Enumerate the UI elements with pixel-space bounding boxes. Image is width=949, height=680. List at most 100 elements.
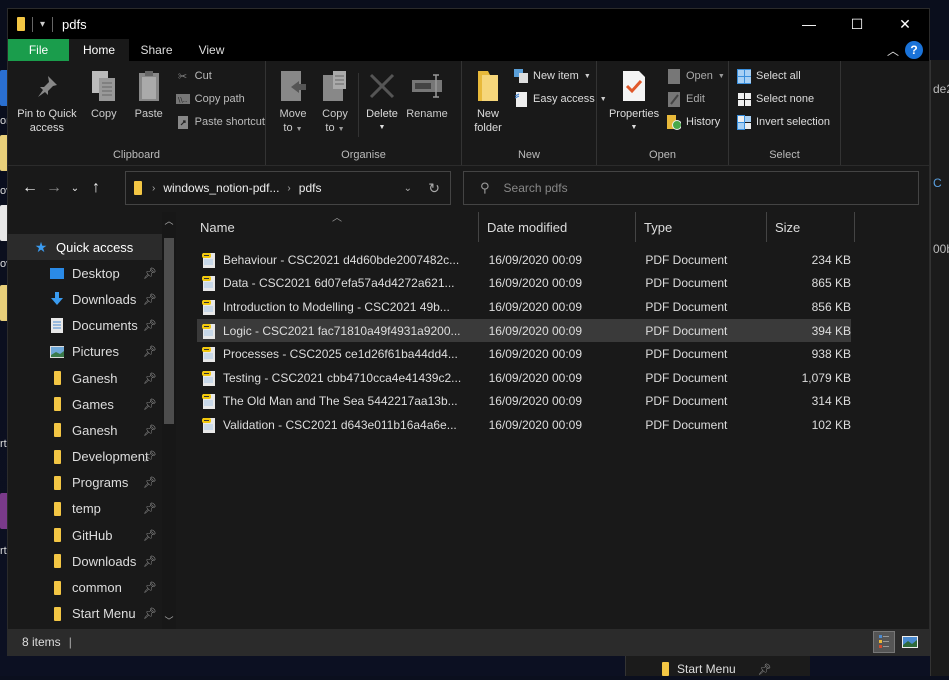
address-bar[interactable]: › windows_notion-pdf... › pdfs ⌄ ↻ <box>125 171 451 205</box>
pdf-file-icon <box>202 252 216 268</box>
nav-item[interactable]: Pictures📌︎ <box>8 339 162 365</box>
breadcrumb-chevron-icon[interactable]: › <box>287 183 290 194</box>
address-history-dropdown[interactable]: ⌄ <box>404 183 412 194</box>
scroll-down-icon[interactable]: ﹀ <box>162 614 176 627</box>
file-row[interactable]: Data - CSC2021 6d07efa57a4d4272a621...16… <box>197 272 851 296</box>
nav-item[interactable]: Games📌︎ <box>8 391 162 417</box>
scroll-up-icon[interactable]: ︿ <box>162 214 176 227</box>
details-view-icon <box>879 635 889 649</box>
breadcrumb-segment[interactable]: windows_notion-pdf... <box>163 181 279 195</box>
tab-home[interactable]: Home <box>69 39 129 61</box>
tab-share[interactable]: Share <box>129 39 184 61</box>
copy-path-button[interactable]: \\.. Copy path <box>176 90 265 108</box>
file-row[interactable]: Logic - CSC2021 fac71810a49f4931a9200...… <box>197 319 851 343</box>
tab-view[interactable]: View <box>184 39 239 61</box>
nav-item[interactable]: Ganesh📌︎ <box>8 417 162 443</box>
column-header-name[interactable]: Name ︿ <box>192 212 479 242</box>
file-name: Logic - CSC2021 fac71810a49f4931a9200... <box>223 324 489 338</box>
maximize-button[interactable]: ☐ <box>833 9 881 39</box>
select-none-button[interactable]: Select none <box>737 90 830 108</box>
nav-item[interactable]: Ganesh📌︎ <box>8 365 162 391</box>
label: to ▼ <box>283 121 302 137</box>
open-icon <box>667 69 681 83</box>
new-item-button[interactable]: New item ▼ <box>514 67 607 85</box>
pin-icon[interactable]: 📌︎ <box>143 607 157 620</box>
help-icon[interactable]: ? <box>905 41 923 59</box>
pin-icon[interactable]: 📌︎ <box>143 398 157 411</box>
pin-icon[interactable]: 📌︎ <box>143 476 157 489</box>
file-row[interactable]: Processes - CSC2025 ce1d26f61ba44dd4...1… <box>197 342 851 366</box>
column-header-date[interactable]: Date modified <box>479 212 636 242</box>
file-row[interactable]: Validation - CSC2021 d643e011b16a4a6e...… <box>197 413 851 437</box>
file-type: PDF Document <box>645 324 771 338</box>
minimize-button[interactable]: — <box>785 9 833 39</box>
pin-icon[interactable]: 📌︎ <box>143 345 157 358</box>
file-row[interactable]: Testing - CSC2021 cbb4710cca4e41439c2...… <box>197 366 851 390</box>
pin-icon[interactable]: 📌︎ <box>143 293 157 306</box>
file-row[interactable]: Introduction to Modelling - CSC2021 49b.… <box>197 295 851 319</box>
ribbon: Pin to Quick access Copy Paste ✂ Cut <box>8 61 929 166</box>
paste-shortcut-button[interactable]: Paste shortcut <box>176 113 265 131</box>
cut-button[interactable]: ✂ Cut <box>176 67 265 85</box>
search-input[interactable]: ⚲ Search pdfs <box>463 171 919 205</box>
column-header-size[interactable]: Size <box>767 212 855 242</box>
nav-scrollbar[interactable]: ︿ ﹀ <box>162 212 176 629</box>
nav-item[interactable]: Programs📌︎ <box>8 470 162 496</box>
pin-icon[interactable]: 📌︎ <box>143 529 157 542</box>
invert-selection-button[interactable]: Invert selection <box>737 113 830 131</box>
pin-icon <box>30 67 64 105</box>
up-button[interactable]: ↑ <box>84 179 108 197</box>
close-button[interactable]: ✕ <box>881 9 929 39</box>
nav-item[interactable]: temp📌︎ <box>8 496 162 522</box>
column-header-type[interactable]: Type <box>636 212 767 242</box>
nav-item[interactable]: GitHub📌︎ <box>8 522 162 548</box>
pin-icon[interactable]: 📌︎ <box>143 319 157 332</box>
label: Paste shortcut <box>195 116 265 128</box>
breadcrumb-chevron-icon[interactable]: › <box>152 183 155 194</box>
recent-locations-dropdown[interactable]: ⌄ <box>66 183 84 194</box>
open-button[interactable]: Open ▼ <box>667 67 725 85</box>
refresh-icon[interactable]: ↻ <box>428 180 440 197</box>
nav-item[interactable]: Desktop📌︎ <box>8 260 162 286</box>
forward-button[interactable]: → <box>42 179 66 197</box>
nav-item[interactable]: Downloads📌︎ <box>8 286 162 312</box>
pin-icon[interactable]: 📌︎ <box>143 424 157 437</box>
label: Move <box>280 107 307 121</box>
edit-button[interactable]: Edit <box>667 90 725 108</box>
history-button[interactable]: History <box>667 113 725 131</box>
nav-quick-access[interactable]: ★ Quick access <box>8 234 162 260</box>
new-item-icon <box>514 69 528 83</box>
collapse-ribbon-icon[interactable]: ︿ <box>887 42 899 59</box>
nav-item[interactable]: Development📌︎ <box>8 444 162 470</box>
properties-icon <box>617 67 651 105</box>
nav-item[interactable]: Start Menu📌︎ <box>8 601 162 627</box>
details-view-button[interactable] <box>873 631 895 653</box>
large-icons-view-button[interactable] <box>899 631 921 653</box>
easy-access-button[interactable]: Easy access ▼ <box>514 90 607 108</box>
file-date: 16/09/2020 00:09 <box>489 253 646 267</box>
scrollbar-thumb[interactable] <box>164 238 174 424</box>
select-all-button[interactable]: Select all <box>737 67 830 85</box>
file-row[interactable]: The Old Man and The Sea 5442217aa13b...1… <box>197 390 851 414</box>
column-label: Name <box>200 220 235 235</box>
pin-icon[interactable]: 📌︎ <box>143 502 157 515</box>
nav-item[interactable]: common📌︎ <box>8 574 162 600</box>
pin-icon[interactable]: 📌︎ <box>143 450 157 463</box>
pdf-file-icon <box>202 417 216 433</box>
pin-icon[interactable]: 📌︎ <box>143 267 157 280</box>
back-button[interactable]: ← <box>18 179 42 197</box>
file-row[interactable]: Behaviour - CSC2021 d4d60bde2007482c...1… <box>197 248 851 272</box>
file-type: PDF Document <box>645 276 771 290</box>
pin-icon[interactable]: 📌︎ <box>143 555 157 568</box>
nav-label: Quick access <box>56 240 133 255</box>
quick-access-toolbar-dropdown[interactable]: ▾ <box>40 19 45 30</box>
label: Delete <box>366 107 398 121</box>
tab-file[interactable]: File <box>8 39 69 61</box>
pin-icon[interactable]: 📌︎ <box>143 581 157 594</box>
nav-item[interactable]: Downloads📌︎ <box>8 548 162 574</box>
status-separator: | <box>69 635 72 649</box>
file-list-pane: Name ︿ Date modified Type Size Behaviour… <box>176 212 929 629</box>
breadcrumb-segment[interactable]: pdfs <box>299 181 322 195</box>
pin-icon[interactable]: 📌︎ <box>143 372 157 385</box>
nav-item[interactable]: Documents📌︎ <box>8 313 162 339</box>
